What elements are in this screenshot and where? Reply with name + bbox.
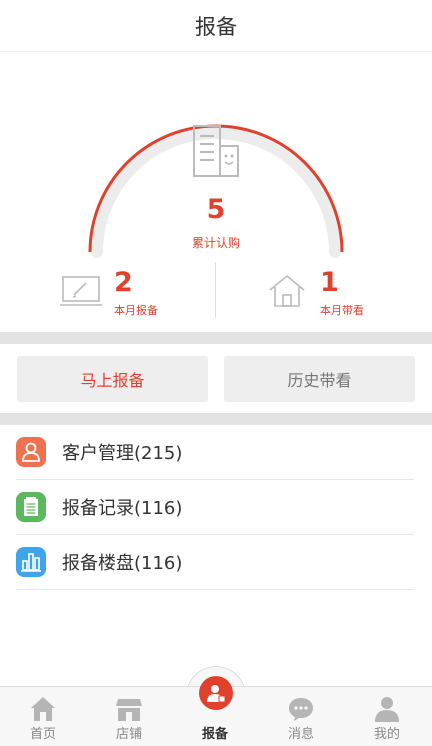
tab-profile[interactable]: 我的: [344, 687, 430, 746]
menu-item-label: 报备记录(116): [62, 498, 183, 519]
tab-messages[interactable]: 消息: [258, 687, 344, 746]
menu-item-report-properties[interactable]: 报备楼盘(116): [16, 535, 414, 590]
monthly-reports-stat[interactable]: 2 本月报备: [60, 268, 200, 324]
tab-label: 店铺: [115, 727, 142, 742]
menu-item-report-records[interactable]: 报备记录(116): [16, 480, 414, 535]
store-icon: [116, 699, 142, 721]
report-user-icon[interactable]: [199, 676, 233, 710]
app-header: 报备: [0, 0, 432, 52]
chat-icon: [289, 698, 313, 721]
building-icon: [193, 125, 239, 177]
tab-label: 我的: [373, 727, 400, 742]
page-title: 报备: [195, 14, 237, 39]
total-subscriptions-label: 累计认购: [191, 236, 240, 250]
menu-list: 客户管理(215) 报备记录(116) 报备楼盘(116): [0, 425, 432, 590]
monthly-visits-value: 1: [320, 267, 339, 298]
menu-item-customer-management[interactable]: 客户管理(215): [16, 425, 414, 480]
stats-divider: [215, 262, 216, 318]
report-pad-icon: [60, 276, 102, 306]
monthly-visits-stat[interactable]: 1 本月带看: [268, 268, 408, 324]
tab-store[interactable]: 店铺: [86, 687, 172, 746]
menu-item-label: 客户管理(215): [62, 443, 183, 464]
profile-icon: [375, 697, 399, 722]
monthly-visits-label: 本月带看: [320, 304, 364, 317]
notepad-icon: [16, 492, 46, 522]
section-separator: [0, 332, 432, 344]
visit-history-button[interactable]: 历史带看: [224, 356, 415, 402]
monthly-reports-value: 2: [114, 267, 133, 298]
monthly-reports-label: 本月报备: [114, 304, 158, 317]
menu-item-label: 报备楼盘(116): [62, 553, 183, 574]
report-now-button[interactable]: 马上报备: [17, 356, 208, 402]
tab-label: 消息: [287, 727, 314, 742]
tab-home[interactable]: 首页: [0, 687, 86, 746]
user-icon: [16, 437, 46, 467]
home-icon: [31, 697, 55, 721]
tab-label: 首页: [29, 727, 56, 742]
house-icon: [269, 274, 305, 307]
section-separator: [0, 413, 432, 425]
tab-label: 报备: [201, 727, 228, 742]
building-chart-icon: [16, 547, 46, 577]
total-subscriptions-value: 5: [206, 194, 226, 225]
